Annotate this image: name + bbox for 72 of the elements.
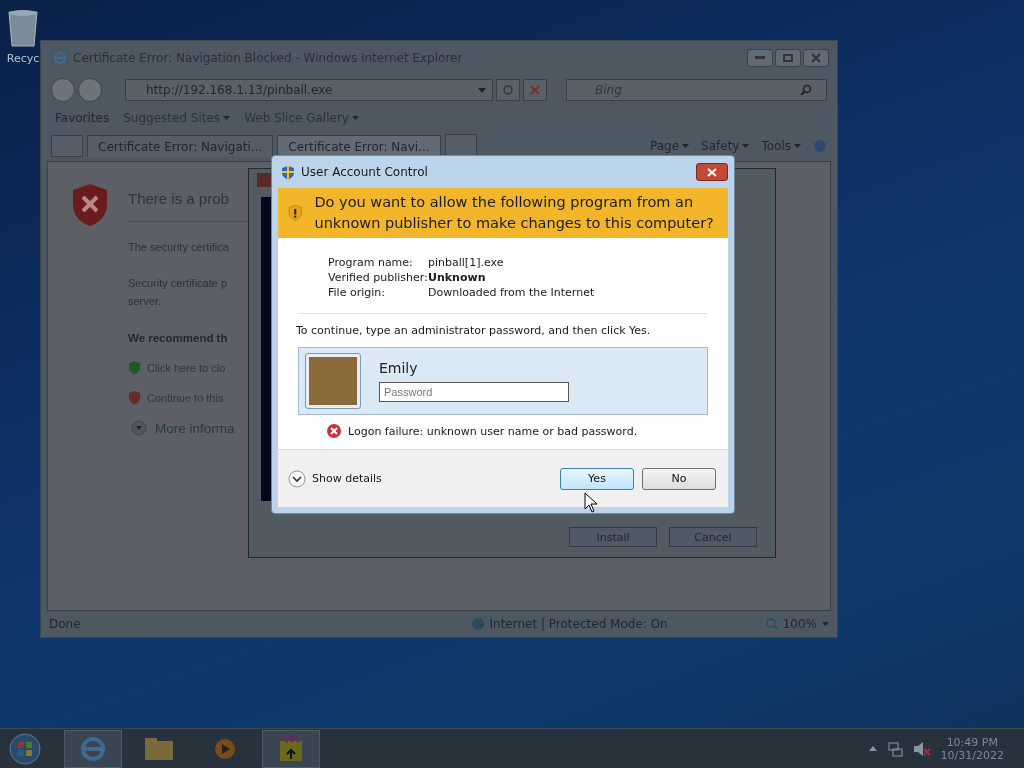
chevron-down-icon bbox=[288, 469, 306, 488]
maximize-button[interactable] bbox=[775, 49, 801, 67]
minimize-button[interactable] bbox=[747, 49, 773, 67]
installer-button[interactable]: Install bbox=[569, 527, 657, 547]
caret-icon bbox=[682, 144, 690, 148]
caret-icon bbox=[794, 144, 801, 148]
detail-label: File origin: bbox=[328, 286, 386, 299]
clock[interactable]: 10:49 PM 10/31/2022 bbox=[940, 735, 1004, 762]
dialog-question: Do you want to allow the following program from an unknown publisher to make changes to this computer? bbox=[314, 193, 715, 233]
caret-icon[interactable] bbox=[822, 622, 829, 626]
forward-button[interactable] bbox=[78, 78, 102, 102]
start-button[interactable] bbox=[8, 731, 42, 766]
dialog-button[interactable]: Yes bbox=[560, 467, 634, 490]
taskbar-button[interactable] bbox=[262, 729, 320, 768]
chevron-up-icon[interactable] bbox=[868, 746, 877, 751]
clock-date: 10/31/2022 bbox=[940, 748, 1004, 762]
taskbar-button[interactable] bbox=[64, 729, 122, 768]
browser-tab[interactable]: Certificate Error: Navi... bbox=[277, 135, 441, 157]
quick-tabs-button[interactable] bbox=[51, 135, 83, 157]
refresh-button[interactable] bbox=[496, 79, 520, 101]
minimize-icon bbox=[755, 56, 765, 60]
error-shield-icon bbox=[70, 182, 110, 228]
stop-button[interactable] bbox=[523, 79, 547, 101]
new-tab-button[interactable] bbox=[444, 134, 477, 157]
volume-muted-icon[interactable] bbox=[912, 740, 931, 757]
close-icon bbox=[811, 53, 821, 63]
detail-value: Downloaded from the Internet bbox=[428, 286, 596, 299]
recommendation-heading: We recommend th bbox=[128, 332, 228, 344]
maximize-icon bbox=[783, 54, 793, 62]
network-icon[interactable] bbox=[886, 740, 903, 757]
close-button[interactable] bbox=[696, 163, 728, 181]
photo-placeholder bbox=[309, 357, 357, 405]
play-icon bbox=[214, 737, 236, 760]
dialog-button[interactable]: No bbox=[642, 467, 716, 490]
browser-logo-icon bbox=[53, 51, 67, 65]
browser-tab[interactable]: Certificate Error: Navigati... bbox=[87, 135, 274, 157]
cursor-icon bbox=[584, 492, 598, 513]
archive-icon bbox=[277, 734, 305, 763]
error-shield-icon bbox=[128, 390, 141, 405]
installer-button[interactable]: Cancel bbox=[669, 527, 757, 547]
dialog-title: User Account Control bbox=[301, 165, 428, 179]
address-text: http://192.168.1.13/pinball.exe bbox=[146, 83, 333, 97]
clock-time: 10:49 PM bbox=[946, 735, 998, 749]
detail-label: Verified publisher: bbox=[328, 271, 428, 284]
detail-value: Unknown bbox=[428, 271, 487, 284]
error-message: Logon failure: unknown user name or bad password. bbox=[348, 424, 638, 438]
address-bar[interactable]: http://192.168.1.13/pinball.exe bbox=[125, 79, 493, 101]
instruction-text: To continue, type an administrator password, and then click Yes. bbox=[296, 324, 652, 337]
caret-icon bbox=[351, 116, 359, 120]
expand-icon[interactable] bbox=[131, 420, 147, 436]
detail-label: Program name: bbox=[328, 256, 414, 269]
stop-icon bbox=[530, 85, 540, 95]
back-button[interactable] bbox=[51, 78, 75, 102]
password-field[interactable]: Password bbox=[379, 382, 569, 402]
check-shield-icon bbox=[128, 360, 141, 375]
magnifier-icon[interactable] bbox=[765, 618, 778, 630]
desktop-icon-label: Recyc bbox=[6, 52, 40, 65]
folder-icon bbox=[145, 737, 173, 760]
help-icon[interactable] bbox=[813, 139, 827, 153]
caret-icon bbox=[742, 144, 750, 148]
caret-icon bbox=[223, 116, 231, 120]
error-icon bbox=[326, 423, 342, 439]
uac-shield-icon bbox=[281, 164, 295, 180]
browser-logo-icon bbox=[80, 735, 106, 762]
search-icon[interactable] bbox=[800, 84, 812, 96]
detail-value: pinball[1].exe bbox=[428, 256, 505, 269]
user-name: Emily bbox=[379, 360, 419, 376]
close-icon bbox=[707, 167, 717, 177]
recycle-bin-icon[interactable] bbox=[6, 8, 40, 48]
show-details-button[interactable]: Show details bbox=[288, 469, 382, 488]
dropdown-icon[interactable] bbox=[478, 87, 486, 93]
globe-icon bbox=[470, 617, 485, 631]
